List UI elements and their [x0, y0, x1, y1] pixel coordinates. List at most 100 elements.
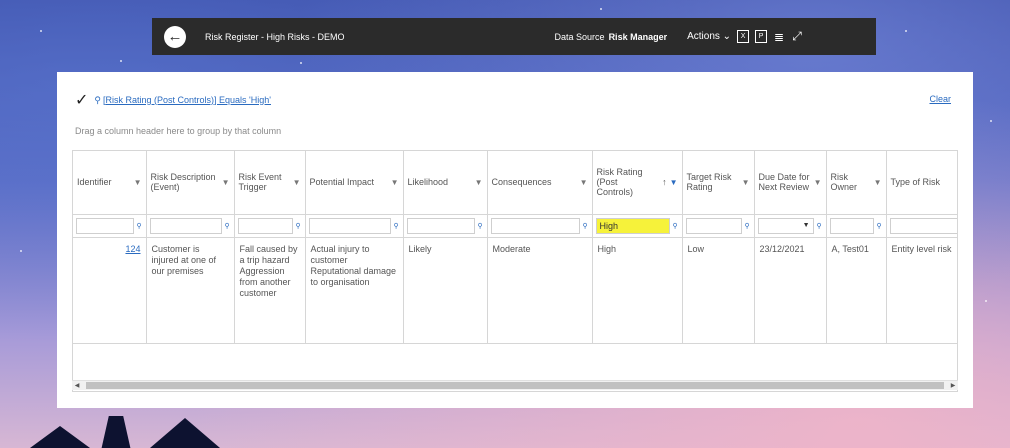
- roof-silhouette: [150, 418, 220, 448]
- column-filter-input[interactable]: [685, 217, 742, 234]
- column-filter-input[interactable]: [889, 217, 957, 234]
- column-label: Likelihood: [407, 177, 449, 188]
- filter-options-icon[interactable]: ⚲: [877, 222, 883, 230]
- actions-menu[interactable]: Actions ⌄: [687, 31, 731, 42]
- roof-silhouette: [30, 426, 90, 448]
- data-source-value: Risk Manager: [608, 31, 668, 42]
- column-filter-input[interactable]: [149, 217, 222, 234]
- scroll-left-icon[interactable]: ◀: [72, 382, 82, 389]
- filter-funnel-icon[interactable]: ▼: [222, 178, 230, 187]
- column-label: Target Risk Rating: [686, 172, 732, 193]
- column-label: Risk Rating (Post Controls): [596, 167, 643, 198]
- star: [20, 250, 22, 252]
- data-source: Data Source Risk Manager: [555, 32, 668, 42]
- column-label: Due Date for Next Review: [758, 172, 810, 193]
- column-filter-input[interactable]: [490, 217, 580, 234]
- filter-options-icon[interactable]: ⚲: [394, 222, 400, 230]
- cell-risk-rating: High: [592, 237, 683, 344]
- star: [985, 300, 987, 302]
- column-label: Risk Description (Event): [150, 172, 216, 193]
- column-filter-input[interactable]: [237, 217, 293, 234]
- filter-options-icon[interactable]: ⚲: [296, 222, 302, 230]
- filter-funnel-icon[interactable]: ▼: [475, 178, 483, 187]
- cell-consequences: Moderate: [487, 237, 593, 344]
- filter-options-icon[interactable]: ⚲: [745, 222, 751, 230]
- filter-funnel-active-icon[interactable]: ▼: [670, 178, 678, 187]
- filter-options-icon[interactable]: ⚲: [673, 222, 679, 230]
- column-label: Consequences: [491, 177, 552, 188]
- active-filter: ✓ ⚲ [Risk Rating (Post Controls)] Equals …: [75, 90, 271, 110]
- column-header-risk-description[interactable]: Risk Description (Event) ▼: [146, 151, 235, 215]
- column-label: Risk Owner: [830, 172, 858, 193]
- star: [40, 30, 42, 32]
- filter-options-icon[interactable]: ⚲: [817, 222, 823, 230]
- pdf-export-icon[interactable]: P: [755, 30, 768, 43]
- column-label: Potential Impact: [309, 177, 375, 188]
- cell-potential-impact: Actual injury to customer Reputational d…: [305, 237, 404, 344]
- back-button[interactable]: ←: [164, 25, 186, 48]
- grid-panel: ✓ ⚲ [Risk Rating (Post Controls)] Equals …: [57, 72, 973, 408]
- list-icon[interactable]: ≣: [773, 30, 785, 44]
- group-panel-hint: Drag a column header here to group by th…: [75, 126, 282, 136]
- column-header-type-of-risk[interactable]: Type of Risk▼: [886, 151, 957, 215]
- column-header-potential-impact[interactable]: Potential Impact ▼: [305, 151, 404, 215]
- column-header-identifier[interactable]: Identifier ▼: [73, 151, 147, 215]
- date-filter-dropdown[interactable]: ▼: [757, 217, 814, 234]
- filter-funnel-icon[interactable]: ▼: [814, 178, 822, 187]
- star: [300, 62, 302, 64]
- column-header-due-date[interactable]: Due Date for Next Review ▼: [754, 151, 827, 215]
- scrollbar-thumb[interactable]: [86, 382, 944, 389]
- filter-funnel-icon[interactable]: ▼: [293, 178, 301, 187]
- star: [600, 8, 602, 10]
- report-title: Risk Register - High Risks - DEMO: [205, 31, 345, 42]
- dropdown-arrow-icon: ▼: [802, 221, 810, 229]
- column-header-target-risk-rating[interactable]: Target Risk Rating ▼: [682, 151, 755, 215]
- column-filter-input[interactable]: [829, 217, 874, 234]
- star: [990, 120, 992, 122]
- filter-expression-link[interactable]: ⚲ [Risk Rating (Post Controls)] Equals 'H…: [94, 95, 271, 106]
- filter-funnel-icon[interactable]: ▼: [134, 178, 142, 187]
- filter-icon: ⚲: [94, 94, 101, 105]
- column-filter-input[interactable]: [406, 217, 475, 234]
- column-label: Identifier: [77, 177, 112, 188]
- column-header-event-trigger[interactable]: Risk Event Trigger ▼: [234, 151, 306, 215]
- filter-options-icon[interactable]: ⚲: [478, 222, 484, 230]
- cell-likelihood: Likely: [403, 237, 488, 344]
- filter-funnel-icon[interactable]: ▼: [580, 178, 588, 187]
- table-row[interactable]: 124 Customer is injured at one of our pr…: [73, 237, 957, 344]
- star: [905, 30, 907, 32]
- filter-options-icon[interactable]: ⚲: [583, 222, 589, 230]
- risk-identifier-link[interactable]: 124: [125, 244, 140, 254]
- column-label: Risk Event Trigger: [238, 172, 282, 193]
- cell-risk-owner: A, Test01: [826, 237, 887, 344]
- filter-funnel-icon[interactable]: ▼: [874, 178, 882, 187]
- scroll-right-icon[interactable]: ▶: [948, 382, 958, 389]
- filter-options-icon[interactable]: ⚲: [225, 222, 231, 230]
- filter-enabled-checkbox[interactable]: ✓: [75, 90, 88, 110]
- column-header-risk-owner[interactable]: Risk Owner ▼: [826, 151, 887, 215]
- data-grid: Identifier ▼ Risk Description (Event) ▼ Ri…: [72, 150, 958, 392]
- back-icon: ←: [167, 28, 183, 45]
- expand-icon[interactable]: ⤢: [791, 29, 803, 43]
- horizontal-scrollbar[interactable]: ◀ ▶: [72, 380, 958, 390]
- risk-rating-filter-input[interactable]: High: [595, 217, 670, 234]
- filter-expression: [Risk Rating (Post Controls)] Equals 'Hi…: [103, 94, 271, 105]
- sort-ascending-icon[interactable]: ↑: [662, 177, 667, 187]
- filter-options-icon[interactable]: ⚲: [137, 222, 143, 230]
- tower-silhouette: [101, 416, 131, 448]
- column-label: Type of Risk: [890, 177, 941, 188]
- cell-risk-description: Customer is injured at one of our premis…: [146, 237, 235, 344]
- column-filter-input[interactable]: [308, 217, 391, 234]
- filter-funnel-icon[interactable]: ▼: [391, 178, 399, 187]
- column-header-consequences[interactable]: Consequences ▼: [487, 151, 593, 215]
- column-filter-input[interactable]: [76, 217, 134, 234]
- column-header-risk-rating[interactable]: Risk Rating (Post Controls) ↑ ▼: [592, 151, 683, 215]
- excel-export-icon[interactable]: X: [737, 30, 750, 43]
- clear-filter-link[interactable]: Clear: [929, 94, 951, 104]
- filter-funnel-icon[interactable]: ▼: [742, 178, 750, 187]
- column-header-likelihood[interactable]: Likelihood ▼: [403, 151, 488, 215]
- cell-event-trigger: Fall caused by a trip hazard Aggression …: [234, 237, 306, 344]
- header-row: Identifier ▼ Risk Description (Event) ▼ Ri…: [73, 151, 957, 215]
- cell-due-date: 23/12/2021: [754, 237, 827, 344]
- report-toolbar: ← Risk Register - High Risks - DEMO Data…: [152, 18, 876, 55]
